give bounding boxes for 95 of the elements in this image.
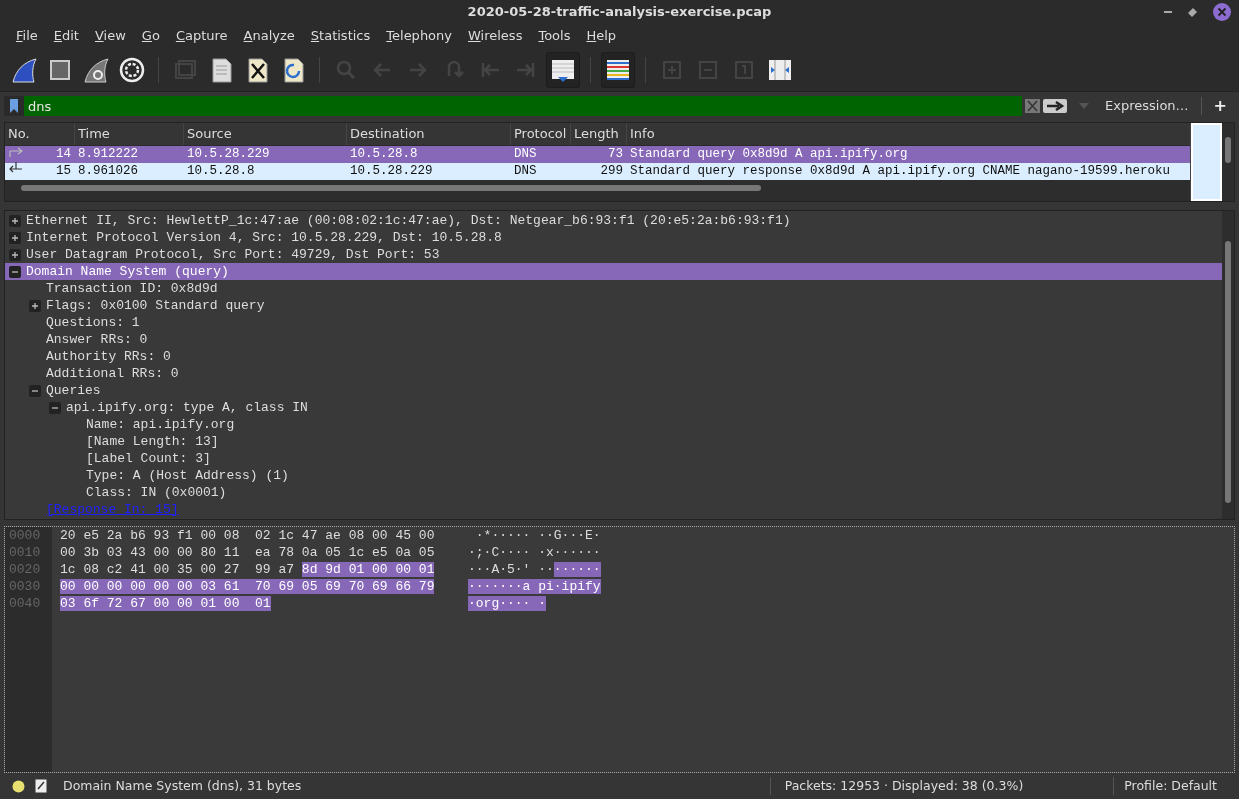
note-icon[interactable] (35, 779, 47, 793)
tree-row[interactable]: Class: IN (0x0001) (5, 484, 1222, 501)
expander-icon[interactable] (9, 214, 21, 227)
packet-cell-text: 299 (599, 163, 624, 181)
menu-item[interactable]: View (86, 24, 134, 48)
profile-label[interactable]: Profile: Default (1124, 776, 1217, 796)
menu-item[interactable]: Analyze (235, 24, 303, 48)
column-header[interactable]: No. (5, 123, 75, 145)
bookmark-icon[interactable] (4, 96, 24, 116)
packet-row[interactable]: 15 8.961026 10.5.28.8 10.5.28.229 DNS 299 Standard query response 0x8d9d A api.ipify.org CNAME nagano-19599.heroku (5, 163, 1190, 180)
menu-item[interactable]: Statistics (302, 24, 379, 48)
menu-item[interactable]: Telephony (378, 24, 460, 48)
apply-arrow-icon[interactable] (1043, 99, 1067, 113)
menu-item[interactable]: Capture (167, 24, 236, 48)
status-dot-icon[interactable] (12, 779, 25, 793)
packet-cell-text: 14 (56, 146, 71, 164)
byte-offset: 0010 (9, 544, 42, 561)
byte-offset: 0040 (9, 595, 42, 612)
tree-row[interactable]: Flags: 0x0100 Standard query (5, 297, 1222, 314)
menu-item[interactable]: Go (133, 24, 168, 48)
vertical-scrollbar[interactable] (1225, 137, 1231, 163)
tree-row[interactable]: Name: api.ipify.org (5, 416, 1222, 433)
hex-bytes-highlighted[interactable]: 00 00 00 00 00 00 03 61 70 69 05 69 70 69 66 79 (60, 579, 435, 594)
column-header[interactable]: Length (571, 123, 627, 145)
packet-minimap[interactable] (1190, 123, 1222, 201)
tree-row[interactable]: [Name Length: 13] (5, 433, 1222, 450)
byte-offset: 0000 (9, 527, 42, 544)
tree-row[interactable]: [Label Count: 3] (5, 450, 1222, 467)
column-header[interactable]: Time (75, 123, 184, 145)
packet-row[interactable]: 14 8.912222 10.5.28.229 10.5.28.8 DNS 73 Standard query 0x8d9d A api.ipify.org (5, 146, 1190, 163)
packet-cell-text: DNS (513, 163, 538, 181)
packet-cell-text: 10.5.28.8 (349, 146, 419, 164)
close-icon[interactable] (1213, 3, 1231, 21)
menu-item[interactable]: Tools (530, 24, 579, 48)
window-title: 2020-05-28-traffic-analysis-exercise.pcap (467, 3, 772, 22)
menu-item[interactable]: Help (578, 24, 625, 48)
horizontal-scrollbar[interactable] (21, 185, 761, 191)
display-filter-field[interactable]: dns (24, 96, 1022, 116)
tree-row[interactable]: Type: A (Host Address) (1) (5, 467, 1222, 484)
column-header[interactable]: Info (627, 123, 1190, 145)
tree-row[interactable]: Additional RRs: 0 (5, 365, 1222, 382)
request-arrow-icon (8, 145, 24, 158)
tree-row[interactable]: Questions: 1 (5, 314, 1222, 331)
byte-offset: 0030 (9, 578, 42, 595)
hex-bytes: 00 3b 03 43 00 00 80 11 ea 78 0a 05 1c e5 0a 05 (60, 545, 435, 560)
minimize-icon[interactable] (1164, 10, 1172, 14)
expander-icon[interactable] (29, 299, 41, 312)
column-header[interactable]: Source (184, 123, 347, 145)
packet-cell-text: Standard query 0x8d9d A api.ipify.org (629, 146, 909, 164)
packet-cell-text: 15 (56, 163, 71, 181)
ascii-bytes: ·;·C···· ·x······ (468, 545, 601, 560)
packet-cell-text: 10.5.28.229 (349, 163, 434, 181)
tree-row[interactable]: Queries (5, 382, 1222, 399)
packet-cell-text: 10.5.28.8 (186, 163, 256, 181)
tree-row[interactable]: Internet Protocol Version 4, Src: 10.5.28.229, Dst: 10.5.28.8 (5, 229, 1222, 246)
add-button[interactable]: + (1205, 94, 1235, 118)
expander-icon[interactable] (9, 265, 21, 278)
expander-icon[interactable] (29, 384, 41, 397)
tree-row[interactable]: Transaction ID: 0x8d9d (5, 280, 1222, 297)
tree-row[interactable]: api.ipify.org: type A, class IN (5, 399, 1222, 416)
packet-cell-text: 10.5.28.229 (186, 146, 271, 164)
packet-cell-text: DNS (513, 146, 538, 164)
column-header[interactable]: Destination (347, 123, 511, 145)
hex-bytes: 20 e5 2a b6 93 f1 00 08 02 1c 47 ae 08 00 45 00 (60, 528, 435, 543)
expander-icon[interactable] (9, 231, 21, 244)
menu-item[interactable]: Edit (45, 24, 87, 48)
ascii-bytes-highlighted[interactable]: ······ (553, 562, 601, 577)
vertical-scrollbar[interactable] (1225, 241, 1231, 503)
tree-row[interactable]: Answer RRs: 0 (5, 331, 1222, 348)
ascii-bytes: ·*····· ··G···E· (474, 528, 601, 543)
hex-bytes: 1c 08 c2 41 00 35 00 27 99 a7 (60, 562, 296, 577)
ascii-bytes-highlighted[interactable]: ·org···· · (468, 596, 546, 611)
tree-row[interactable]: Ethernet II, Src: HewlettP_1c:47:ae (00:08:02:1c:47:ae), Dst: Netgear_b6:93:f1 (20:e5:2a:b6:93:f1) (5, 212, 1222, 229)
packet-cell-text: 8.961026 (77, 163, 139, 181)
ascii-bytes: ···A·5·' ·· (468, 562, 554, 577)
tree-row[interactable]: Authority RRs: 0 (5, 348, 1222, 365)
status-message: Domain Name System (dns), 31 bytes (63, 776, 303, 795)
ascii-bytes-highlighted[interactable]: ·······a pi·ipify (468, 579, 601, 594)
expression-button[interactable]: Expression… (1097, 96, 1197, 116)
tree-row[interactable]: User Datagram Protocol, Src Port: 49729, Dst Port: 53 (5, 246, 1222, 263)
expander-icon[interactable] (49, 401, 61, 414)
restore-icon[interactable] (1188, 7, 1197, 17)
menu-item[interactable]: Wireless (460, 24, 531, 48)
expander-icon[interactable] (9, 248, 21, 261)
packet-cell-text: 73 (607, 146, 624, 164)
packet-cell-text: 8.912222 (77, 146, 139, 164)
packet-count: Packets: 12953 · Displayed: 38 (0.3%) (784, 776, 1024, 795)
menu-item[interactable]: File (8, 24, 46, 48)
packet-cell-text: Standard query response 0x8d9d A api.ipify.org CNAME nagano-19599.heroku (629, 163, 1172, 181)
column-header[interactable]: Protocol (511, 123, 571, 145)
hex-bytes-highlighted[interactable]: 03 6f 72 67 00 00 01 00 01 (60, 596, 271, 611)
hex-bytes-highlighted[interactable]: 8d 9d 01 00 00 01 (301, 562, 435, 577)
byte-offset: 0020 (9, 561, 42, 578)
tree-row[interactable]: Domain Name System (query) (5, 263, 1222, 280)
clear-icon[interactable] (1025, 99, 1040, 113)
